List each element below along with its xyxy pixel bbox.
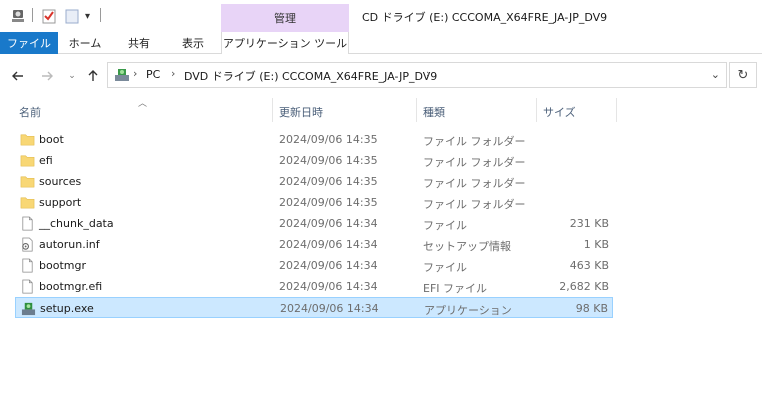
ribbon-tabs: ファイル ホーム 共有 表示 アプリケーション ツール [0,32,762,55]
title-bar: ▾ 管理 CD ドライブ (E:) CCCOMA_X64FRE_JA-JP_DV… [0,0,762,32]
file-name: __chunk_data [39,217,114,230]
breadcrumb-separator-icon: › [426,67,431,80]
file-date: 2024/09/06 14:35 [279,154,378,167]
folder-icon [20,155,35,167]
file-date: 2024/09/06 14:34 [279,259,378,272]
new-folder-icon[interactable] [64,6,80,26]
file-type: ファイル フォルダー [423,135,526,148]
file-date: 2024/09/06 14:35 [279,196,378,209]
file-type: ファイル フォルダー [423,198,526,211]
file-type: アプリケーション [424,304,512,317]
file-size: 98 KB [575,302,608,315]
file-name: support [39,196,82,209]
column-header-size[interactable]: サイズ [543,104,576,120]
column-divider[interactable] [272,98,273,122]
column-header-type[interactable]: 種類 [423,104,445,120]
breadcrumb-separator-icon: › [171,67,176,80]
file-row-efi[interactable]: efi 2024/09/06 14:35 ファイル フォルダー [15,150,613,171]
setup-app-icon [21,302,36,316]
file-date: 2024/09/06 14:34 [279,217,378,230]
file-row-bootmgr-efi[interactable]: bootmgr.efi 2024/09/06 14:34 EFI ファイル 2,… [15,276,613,297]
file-size: 2,682 KB [559,280,609,293]
tab-view[interactable]: 表示 [168,32,218,54]
qa-separator [100,8,101,22]
refresh-button[interactable]: ↻ [729,62,757,88]
sort-ascending-icon: ︿ [138,99,148,109]
file-row-setup-exe[interactable]: setup.exe 2024/09/06 14:34 アプリケーション 98 K… [15,297,613,318]
file-row-boot[interactable]: boot 2024/09/06 14:35 ファイル フォルダー [15,129,613,150]
file-type: ファイル [423,219,467,232]
column-header-name[interactable]: 名前 [19,104,41,120]
breadcrumb-dvd-drive[interactable]: DVD ドライブ (E:) CCCOMA_X64FRE_JA-JP_DV9 [184,68,437,84]
setup-drive-icon [115,69,129,81]
folder-icon [20,176,35,188]
file-date: 2024/09/06 14:34 [279,238,378,251]
file-type: ファイル [423,261,467,274]
folder-icon [20,197,35,209]
tab-home[interactable]: ホーム [60,32,110,54]
folder-icon [20,134,35,146]
drive-app-icon[interactable] [10,6,26,26]
file-icon [22,279,33,294]
tab-file[interactable]: ファイル [0,32,58,54]
file-row-support[interactable]: support 2024/09/06 14:35 ファイル フォルダー [15,192,613,213]
forward-arrow-icon[interactable] [38,67,56,85]
column-divider[interactable] [536,98,537,122]
file-type: セットアップ情報 [423,240,511,253]
qa-customize-chevron-icon[interactable]: ▾ [85,6,90,26]
tab-share[interactable]: 共有 [114,32,164,54]
address-history-chevron-icon[interactable]: ⌄ [711,68,720,81]
column-divider[interactable] [416,98,417,122]
file-size: 231 KB [569,217,609,230]
breadcrumb-pc[interactable]: PC [146,68,160,81]
refresh-icon: ↻ [737,67,749,83]
breadcrumb-separator-icon: › [133,67,138,80]
tab-application-tools[interactable]: アプリケーション ツール [221,32,349,55]
file-icon [22,258,33,273]
back-arrow-icon[interactable] [9,67,27,85]
file-date: 2024/09/06 14:35 [279,133,378,146]
file-icon [22,216,33,231]
settings-file-icon [22,237,33,252]
file-type: ファイル フォルダー [423,156,526,169]
qa-separator [32,8,33,22]
column-header-date[interactable]: 更新日時 [279,104,323,120]
file-size: 1 KB [583,238,609,251]
file-name: autorun.inf [39,238,100,251]
window-title: CD ドライブ (E:) CCCOMA_X64FRE_JA-JP_DV9 [362,11,608,24]
file-size: 463 KB [569,259,609,272]
file-name: sources [39,175,82,188]
file-date: 2024/09/06 14:34 [280,302,379,315]
file-date: 2024/09/06 14:34 [279,280,378,293]
up-arrow-icon[interactable] [84,67,102,85]
file-type: EFI ファイル [423,282,488,295]
file-name: bootmgr.efi [39,280,103,293]
file-type: ファイル フォルダー [423,177,526,190]
file-row-chunk-data[interactable]: __chunk_data 2024/09/06 14:34 ファイル 231 K… [15,213,613,234]
column-divider[interactable] [616,98,617,122]
file-name: efi [39,154,53,167]
column-headers: 名前 更新日時 種類 サイズ [0,98,762,122]
file-date: 2024/09/06 14:35 [279,175,378,188]
recent-locations-chevron-icon[interactable]: ⌄ [63,67,81,85]
file-name: bootmgr [39,259,86,272]
file-row-sources[interactable]: sources 2024/09/06 14:35 ファイル フォルダー [15,171,613,192]
manage-tab-group-label: 管理 [221,4,349,32]
file-row-autorun[interactable]: autorun.inf 2024/09/06 14:34 セットアップ情報 1 … [15,234,613,255]
address-bar[interactable]: › PC › DVD ドライブ (E:) CCCOMA_X64FRE_JA-JP… [107,62,727,88]
file-row-bootmgr[interactable]: bootmgr 2024/09/06 14:34 ファイル 463 KB [15,255,613,276]
properties-icon[interactable] [41,6,57,26]
file-name: boot [39,133,64,146]
file-name: setup.exe [40,302,94,315]
